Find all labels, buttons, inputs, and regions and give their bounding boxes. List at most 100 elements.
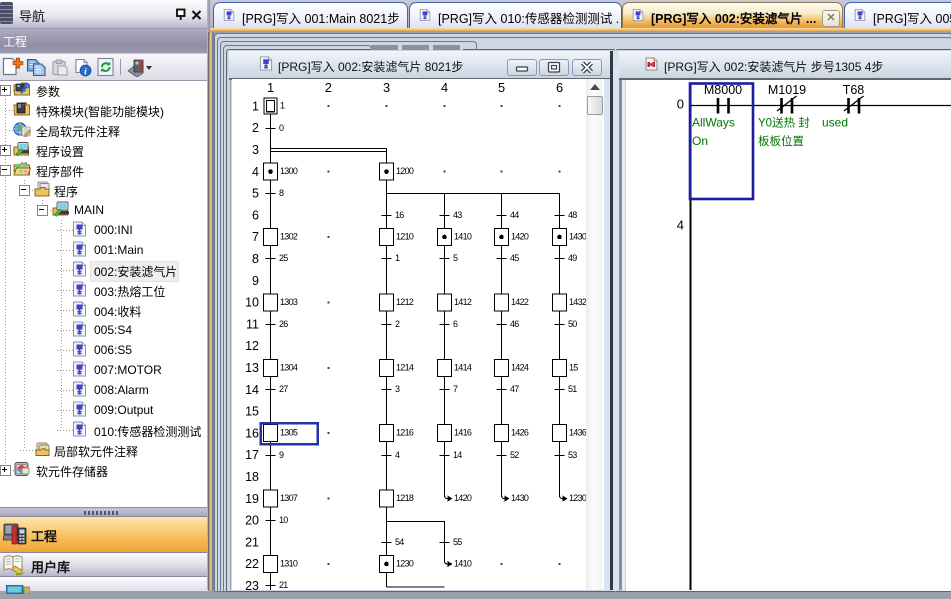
svg-text:9: 9	[279, 450, 284, 460]
svg-text:4: 4	[395, 450, 400, 460]
svg-text:6: 6	[252, 208, 259, 222]
svg-text:43: 43	[453, 210, 462, 220]
svg-text:11: 11	[246, 317, 259, 331]
svg-text:18: 18	[245, 470, 259, 484]
svg-text:1416: 1416	[454, 428, 472, 438]
svg-text:1: 1	[252, 99, 259, 113]
svg-text:1200: 1200	[396, 166, 414, 176]
svg-text:1230: 1230	[569, 493, 587, 503]
svg-text:2: 2	[325, 80, 332, 95]
svg-text:1426: 1426	[511, 428, 529, 438]
svg-text:4: 4	[677, 218, 684, 233]
svg-text:1412: 1412	[454, 297, 472, 307]
svg-text:M1019: M1019	[768, 83, 806, 97]
svg-text:1: 1	[280, 101, 285, 111]
svg-text:51: 51	[568, 384, 577, 394]
svg-text:1310: 1310	[280, 559, 298, 569]
svg-text:45: 45	[510, 253, 519, 263]
svg-text:14: 14	[453, 450, 462, 460]
svg-text:14: 14	[245, 383, 259, 397]
svg-text:0: 0	[279, 123, 284, 133]
svg-text:5: 5	[453, 253, 458, 263]
svg-text:16: 16	[245, 426, 259, 440]
svg-text:26: 26	[279, 319, 288, 329]
svg-text:used: used	[822, 116, 848, 130]
svg-text:1230: 1230	[396, 559, 414, 569]
svg-text:3: 3	[252, 143, 259, 157]
svg-text:19: 19	[245, 492, 259, 506]
svg-text:1430: 1430	[511, 493, 529, 503]
svg-text:1436: 1436	[569, 428, 587, 438]
svg-text:7: 7	[453, 384, 458, 394]
svg-text:55: 55	[453, 537, 462, 547]
svg-text:3: 3	[383, 80, 390, 95]
svg-text:50: 50	[568, 319, 577, 329]
svg-text:1303: 1303	[280, 297, 298, 307]
svg-text:1304: 1304	[280, 362, 298, 372]
svg-text:1420: 1420	[454, 493, 472, 503]
svg-text:0: 0	[677, 97, 684, 112]
svg-text:47: 47	[510, 384, 519, 394]
svg-text:1212: 1212	[396, 297, 414, 307]
svg-text:7: 7	[252, 230, 259, 244]
svg-text:1: 1	[267, 80, 274, 95]
svg-text:1420: 1420	[511, 232, 529, 242]
svg-text:1302: 1302	[280, 232, 298, 242]
svg-text:15: 15	[245, 405, 259, 419]
svg-text:12: 12	[245, 339, 259, 353]
svg-text:5: 5	[498, 80, 505, 95]
svg-text:4: 4	[441, 80, 448, 95]
svg-text:44: 44	[510, 210, 519, 220]
svg-text:1300: 1300	[280, 166, 298, 176]
svg-text:1414: 1414	[454, 362, 472, 372]
svg-text:27: 27	[279, 384, 288, 394]
svg-text:10: 10	[279, 515, 288, 525]
svg-text:1307: 1307	[280, 493, 298, 503]
svg-text:i: i	[84, 68, 87, 78]
svg-text:8: 8	[279, 188, 284, 198]
svg-text:1216: 1216	[396, 428, 414, 438]
svg-text:2: 2	[395, 319, 400, 329]
svg-text:10: 10	[245, 296, 259, 310]
svg-text:49: 49	[568, 253, 577, 263]
svg-text:Y0送热 封: Y0送热 封	[758, 116, 810, 130]
svg-text:21: 21	[279, 580, 288, 590]
svg-text:1432: 1432	[569, 297, 587, 307]
svg-text:1: 1	[395, 253, 400, 263]
svg-text:53: 53	[568, 450, 577, 460]
svg-text:1424: 1424	[511, 362, 529, 372]
svg-text:9: 9	[252, 274, 259, 288]
svg-text:5: 5	[252, 187, 259, 201]
svg-text:2: 2	[252, 121, 259, 135]
svg-text:1210: 1210	[396, 232, 414, 242]
svg-text:1305: 1305	[280, 428, 298, 438]
svg-text:6: 6	[556, 80, 563, 95]
svg-text:M8000: M8000	[704, 83, 742, 97]
svg-text:T68: T68	[843, 83, 865, 97]
svg-text:21: 21	[245, 535, 259, 549]
svg-text:13: 13	[245, 361, 259, 375]
svg-text:板板位置: 板板位置	[758, 134, 804, 148]
svg-text:22: 22	[245, 557, 259, 571]
svg-text:46: 46	[510, 319, 519, 329]
svg-text:17: 17	[245, 448, 259, 462]
svg-text:20: 20	[245, 514, 259, 528]
svg-text:1218: 1218	[396, 493, 414, 503]
svg-text:1410: 1410	[454, 232, 472, 242]
svg-text:48: 48	[568, 210, 577, 220]
svg-text:15: 15	[569, 362, 578, 372]
svg-text:AllWays: AllWays	[692, 116, 735, 130]
svg-text:8: 8	[252, 252, 259, 266]
svg-text:1410: 1410	[454, 559, 472, 569]
svg-text:3: 3	[395, 384, 400, 394]
svg-text:1422: 1422	[511, 297, 529, 307]
svg-text:54: 54	[395, 537, 404, 547]
svg-text:23: 23	[245, 579, 259, 590]
svg-text:On: On	[692, 134, 708, 148]
svg-text:52: 52	[510, 450, 519, 460]
svg-text:16: 16	[395, 210, 404, 220]
svg-text:4: 4	[252, 165, 259, 179]
svg-text:1214: 1214	[396, 362, 414, 372]
svg-text:25: 25	[279, 253, 288, 263]
svg-text:1430: 1430	[569, 232, 587, 242]
